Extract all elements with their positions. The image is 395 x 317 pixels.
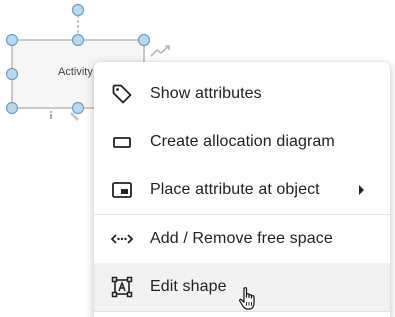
menu-item-label: Create allocation diagram <box>150 133 335 150</box>
shape-label: Activity <box>58 66 93 78</box>
tag-icon <box>110 82 134 106</box>
context-menu: Show attributes Create allocation diagra… <box>94 62 390 317</box>
menu-item-label: Edit shape <box>150 278 227 295</box>
edit-shape-icon <box>110 275 134 299</box>
menu-item-create-allocation-diagram[interactable]: Create allocation diagram <box>94 118 390 166</box>
resize-handle-bottom-left[interactable] <box>5 101 19 115</box>
rectangle-outline-icon <box>110 130 134 154</box>
menu-item-add-remove-free-space[interactable]: Add / Remove free space <box>94 215 390 263</box>
diagram-canvas[interactable]: Activity Show attributes Create allocati… <box>0 0 395 317</box>
submenu-arrow-icon <box>359 185 364 195</box>
menu-item-label: Place attribute at object <box>150 181 320 198</box>
hand-pointer-cursor-icon <box>239 287 255 310</box>
info-icon[interactable] <box>50 111 52 119</box>
free-space-arrows-icon <box>110 227 134 251</box>
resize-handle-top-left[interactable] <box>5 33 19 47</box>
resize-handle-bottom[interactable] <box>71 101 85 115</box>
resize-handle-top[interactable] <box>71 33 85 47</box>
menu-item-show-attributes[interactable]: Show attributes <box>94 70 390 118</box>
menu-item-place-attribute-at-object[interactable]: Place attribute at object <box>94 166 390 214</box>
rotate-handle[interactable] <box>71 3 85 17</box>
resize-handle-left[interactable] <box>5 67 19 81</box>
connector-trend-icon[interactable] <box>150 45 170 57</box>
menu-item-label: Add / Remove free space <box>150 230 333 247</box>
resize-handle-top-right[interactable] <box>137 33 151 47</box>
menu-item-label: Show attributes <box>150 85 262 102</box>
picture-in-picture-icon <box>110 178 134 202</box>
